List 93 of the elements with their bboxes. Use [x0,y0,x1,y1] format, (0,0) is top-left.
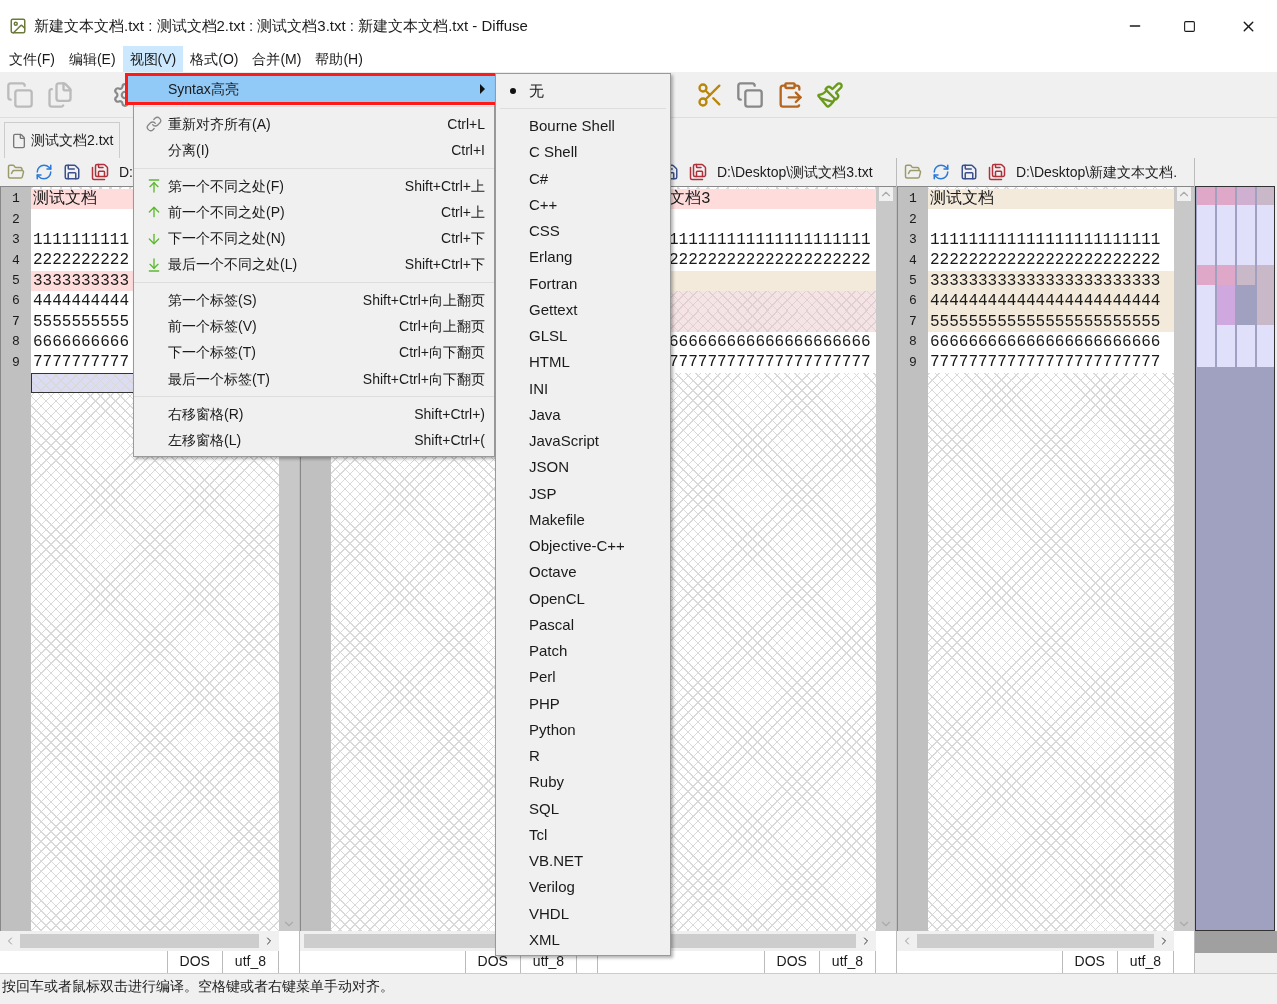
copy-icon[interactable] [736,80,764,109]
syntax-option[interactable]: Ruby [496,769,670,796]
line-number: 5 [12,272,20,290]
save-icon[interactable] [63,163,81,181]
line-number: 9 [12,353,20,372]
menu-bar-item[interactable]: 视图(V) [122,46,184,72]
syntax-option[interactable]: Bourne Shell [496,113,670,140]
app-icon [8,17,28,35]
line-number: 2 [12,210,20,229]
scroll-up-icon[interactable] [879,187,893,201]
syntax-option[interactable]: Verilog [496,874,670,901]
file-path: D: [119,162,133,182]
syntax-option[interactable]: C Shell [496,139,670,166]
menu-item[interactable]: 右移窗格(R) Shift+Ctrl+) [134,401,494,428]
syntax-option[interactable]: Objective-C++ [496,533,670,560]
save-icon[interactable] [960,163,978,181]
line-number: 2 [909,210,917,229]
horizontal-scrollbar[interactable] [897,931,1174,951]
syntax-option[interactable]: SQL [496,795,670,822]
menu-bar-item[interactable]: 文件(F) [2,46,62,72]
syntax-option[interactable]: Patch [496,638,670,665]
line-number: 7 [12,312,20,331]
line-number: 8 [909,333,917,352]
folder-icon[interactable] [904,163,922,181]
horizontal-scrollbar[interactable] [0,931,279,951]
save-as-icon[interactable] [91,163,109,181]
syntax-option[interactable]: Octave [496,559,670,586]
save-as-icon[interactable] [988,163,1006,181]
files-icon[interactable] [46,80,74,109]
syntax-option[interactable]: INI [496,375,670,402]
file-icon [11,132,27,149]
syntax-option[interactable]: Makefile [496,507,670,534]
menu-bar-item[interactable]: 格式(O) [183,46,246,72]
vertical-scrollbar[interactable] [1174,187,1194,931]
line-ending-label: DOS [763,951,820,973]
maximize-icon[interactable] [1183,19,1196,33]
line-number: 1 [12,190,20,209]
menu-item[interactable]: 左移窗格(L) Shift+Ctrl+( [134,427,494,454]
syntax-option[interactable]: PHP [496,690,670,717]
syntax-option[interactable]: VHDL [496,900,670,927]
syntax-option[interactable]: R [496,743,670,770]
syntax-option[interactable]: VB.NET [496,848,670,875]
syntax-option[interactable]: JSON [496,454,670,481]
menu-item[interactable]: 分离(I) Ctrl+I [134,137,494,164]
link-icon [146,116,162,133]
syntax-option[interactable]: Python [496,717,670,744]
line-number: 9 [909,353,917,372]
file-path: D:\Desktop\测试文档3.txt [717,162,873,182]
line-ending-label: DOS [166,951,223,973]
menu-bar-item[interactable]: 编辑(E) [61,46,123,72]
encoding-label: utf_8 [222,951,279,973]
encoding-label: utf_8 [1117,951,1174,973]
line-number: 4 [12,251,20,270]
syntax-option[interactable]: Perl [496,664,670,691]
line-number: 7 [909,312,917,331]
arrow-to-top-icon [146,178,162,195]
menu-bar-item[interactable]: 帮助(H) [308,46,370,72]
save-as-icon[interactable] [689,163,707,181]
line-ending-label: DOS [1061,951,1118,973]
encoding-label: utf_8 [819,951,876,973]
line-number: 1 [909,190,917,209]
syntax-option[interactable]: Gettext [496,297,670,324]
arrow-to-bottom-icon [146,256,162,273]
syntax-option[interactable]: OpenCL [496,585,670,612]
line-number: 5 [909,272,917,290]
syntax-option[interactable]: C# [496,165,670,192]
syntax-option[interactable]: JSP [496,480,670,507]
folder-icon[interactable] [7,163,25,181]
refresh-icon[interactable] [932,163,950,181]
scroll-up-icon[interactable] [1177,187,1191,201]
line-number: 4 [909,251,917,270]
line-number: 8 [12,333,20,352]
menu-bar-item[interactable]: 合并(M) [245,46,309,72]
file-path: D:\Desktop\新建文本文档. [1016,162,1178,182]
syntax-option[interactable]: Tcl [496,822,670,849]
syntax-option[interactable]: Pascal [496,612,670,639]
line-number: 6 [909,292,917,311]
brush-icon[interactable] [816,80,844,109]
refresh-icon[interactable] [35,163,53,181]
file-tab[interactable]: 测试文档2.txt [4,122,121,158]
submenu-arrow-icon [480,84,485,95]
copy-icon[interactable] [6,80,34,109]
syntax-option[interactable]: Java [496,402,670,429]
vertical-scrollbar[interactable] [876,187,896,931]
status-text: 按回车或者鼠标双击进行编译。空格键或者右键菜单手动对齐。 [2,977,394,996]
line-number: 3 [12,231,20,250]
window-title: 新建文本文档.txt : 测试文档2.txt : 测试文档3.txt : 新建文本文档.txt - Diffuse [34,15,529,36]
line-number: 3 [909,231,917,250]
syntax-option[interactable]: JavaScript [496,428,670,455]
syntax-option[interactable]: XML [496,927,670,954]
menu-item[interactable]: 重新对齐所有(A) Ctrl+L [134,111,494,138]
line-number: 6 [12,292,20,311]
syntax-option[interactable]: Fortran [496,270,670,297]
